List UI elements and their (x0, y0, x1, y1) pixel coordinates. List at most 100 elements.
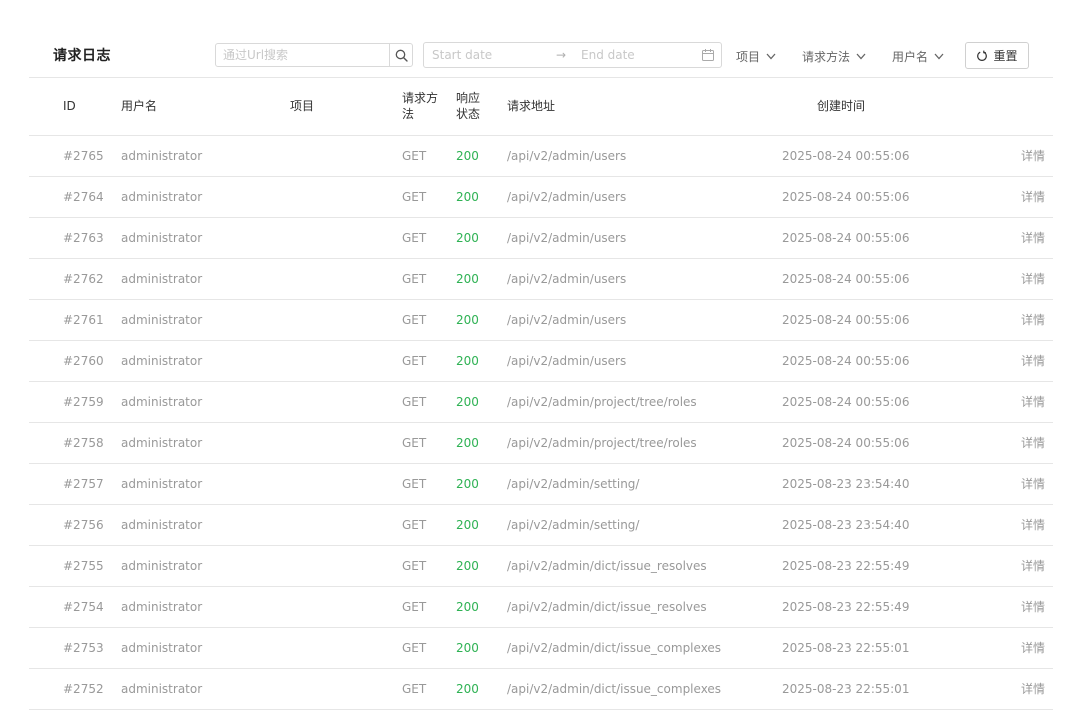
detail-link[interactable]: 详情 (998, 135, 1053, 177)
chevron-down-icon (766, 53, 776, 60)
project-filter-dropdown[interactable]: 项目 (736, 48, 776, 65)
log-user: administrator (121, 627, 290, 669)
url-search-input[interactable] (216, 44, 389, 66)
table-row[interactable]: #2755 administrator GET 200/api/v2/admin/di… (29, 545, 1053, 587)
log-id: #2762 (29, 258, 121, 300)
search-icon (395, 49, 408, 62)
chevron-down-icon (934, 53, 944, 60)
log-method: GET (402, 545, 456, 587)
log-created-time: 2025-08-24 00:55:06 (782, 176, 998, 218)
log-id: #2757 (29, 463, 121, 505)
log-created-time: 2025-08-23 22:55:01 (782, 627, 998, 669)
log-created-time: 2025-08-24 00:55:06 (782, 217, 998, 259)
log-url: /api/v2/admin/users (507, 340, 782, 382)
detail-link[interactable]: 详情 (998, 340, 1053, 382)
table-row[interactable]: #2764 administrator GET 200/api/v2/admin/us… (29, 176, 1053, 218)
log-status: 200 (456, 217, 507, 259)
detail-link[interactable]: 详情 (998, 422, 1053, 464)
detail-link[interactable]: 详情 (998, 545, 1053, 587)
user-filter-label: 用户名 (892, 50, 929, 64)
table-row[interactable]: #2752 administrator GET 200/api/v2/admin/di… (29, 668, 1053, 710)
column-header-id[interactable]: ID (29, 78, 121, 136)
column-header-created[interactable]: 创建时间 (782, 78, 998, 136)
log-url: /api/v2/admin/setting/ (507, 504, 782, 546)
detail-link[interactable]: 详情 (998, 381, 1053, 423)
table-row[interactable]: #2765 administrator GET 200/api/v2/admin/us… (29, 135, 1053, 177)
log-url: /api/v2/admin/users (507, 299, 782, 341)
log-created-time: 2025-08-24 00:55:06 (782, 299, 998, 341)
date-range-picker[interactable]: Start date → End date (423, 42, 722, 68)
log-method: GET (402, 299, 456, 341)
log-user: administrator (121, 217, 290, 259)
detail-link[interactable]: 详情 (998, 627, 1053, 669)
calendar-icon (702, 49, 714, 61)
log-project (290, 504, 402, 546)
table-row[interactable]: #2762 administrator GET 200/api/v2/admin/us… (29, 258, 1053, 300)
search-button[interactable] (389, 44, 412, 66)
log-status: 200 (456, 627, 507, 669)
log-created-time: 2025-08-24 00:55:06 (782, 340, 998, 382)
column-header-url[interactable]: 请求地址 (507, 78, 782, 136)
log-url: /api/v2/admin/dict/issue_complexes (507, 668, 782, 710)
log-url: /api/v2/admin/users (507, 258, 782, 300)
table-row[interactable]: #2753 administrator GET 200/api/v2/admin/di… (29, 627, 1053, 669)
log-url: /api/v2/admin/dict/issue_resolves (507, 545, 782, 587)
url-search-box (215, 43, 413, 67)
detail-link[interactable]: 详情 (998, 217, 1053, 259)
status-header-line1: 响应 (456, 91, 481, 106)
log-user: administrator (121, 463, 290, 505)
log-user: administrator (121, 340, 290, 382)
detail-link[interactable]: 详情 (998, 299, 1053, 341)
column-header-project[interactable]: 项目 (290, 78, 402, 136)
table-row[interactable]: #2758 administrator GET 200/api/v2/admin/pr… (29, 422, 1053, 464)
table-row[interactable]: #2760 administrator GET 200/api/v2/admin/us… (29, 340, 1053, 382)
log-created-time: 2025-08-24 00:55:06 (782, 381, 998, 423)
column-header-user[interactable]: 用户名 (121, 78, 290, 136)
log-method: GET (402, 258, 456, 300)
log-created-time: 2025-08-24 00:55:06 (782, 135, 998, 177)
method-filter-label: 请求方法 (802, 50, 851, 64)
detail-link[interactable]: 详情 (998, 586, 1053, 628)
log-method: GET (402, 627, 456, 669)
user-filter-dropdown[interactable]: 用户名 (892, 48, 944, 65)
detail-link[interactable]: 详情 (998, 668, 1053, 710)
reset-label: 重置 (993, 49, 1018, 63)
log-id: #2761 (29, 299, 121, 341)
project-filter-label: 项目 (736, 50, 761, 64)
log-user: administrator (121, 135, 290, 177)
start-date-input[interactable]: Start date (432, 48, 492, 62)
log-created-time: 2025-08-23 22:55:01 (782, 668, 998, 710)
detail-link[interactable]: 详情 (998, 504, 1053, 546)
log-status: 200 (456, 545, 507, 587)
method-header-line1: 请求方 (402, 91, 439, 106)
date-range-arrow: → (556, 48, 567, 62)
log-created-time: 2025-08-24 00:55:06 (782, 422, 998, 464)
detail-link[interactable]: 详情 (998, 176, 1053, 218)
method-filter-dropdown[interactable]: 请求方法 (802, 48, 866, 65)
detail-link[interactable]: 详情 (998, 258, 1053, 300)
table-row[interactable]: #2754 administrator GET 200/api/v2/admin/di… (29, 586, 1053, 628)
end-date-input[interactable]: End date (581, 48, 635, 62)
log-method: GET (402, 668, 456, 710)
log-status: 200 (456, 422, 507, 464)
column-header-status[interactable]: 响应 状态 (456, 78, 507, 136)
chevron-down-icon (856, 53, 866, 60)
log-method: GET (402, 217, 456, 259)
log-user: administrator (121, 422, 290, 464)
detail-link[interactable]: 详情 (998, 463, 1053, 505)
method-header-line2: 法 (402, 107, 415, 122)
table-row[interactable]: #2763 administrator GET 200/api/v2/admin/us… (29, 217, 1053, 259)
log-url: /api/v2/admin/dict/issue_resolves (507, 586, 782, 628)
log-method: GET (402, 176, 456, 218)
table-body: #2765 administrator GET 200/api/v2/admin/us… (29, 135, 1053, 710)
table-row[interactable]: #2756 administrator GET 200/api/v2/admin/se… (29, 504, 1053, 546)
table-row[interactable]: #2757 administrator GET 200/api/v2/admin/se… (29, 463, 1053, 505)
table-row[interactable]: #2759 administrator GET 200/api/v2/admin/pr… (29, 381, 1053, 423)
table-header-row: ID 用户名 项目 请求方 法 响应 状态 请求地址 创建时间 (29, 78, 1053, 136)
log-id: #2752 (29, 668, 121, 710)
reset-button[interactable]: 重置 (965, 42, 1029, 69)
log-project (290, 381, 402, 423)
column-header-method[interactable]: 请求方 法 (402, 78, 456, 136)
log-method: GET (402, 422, 456, 464)
table-row[interactable]: #2761 administrator GET 200/api/v2/admin/us… (29, 299, 1053, 341)
